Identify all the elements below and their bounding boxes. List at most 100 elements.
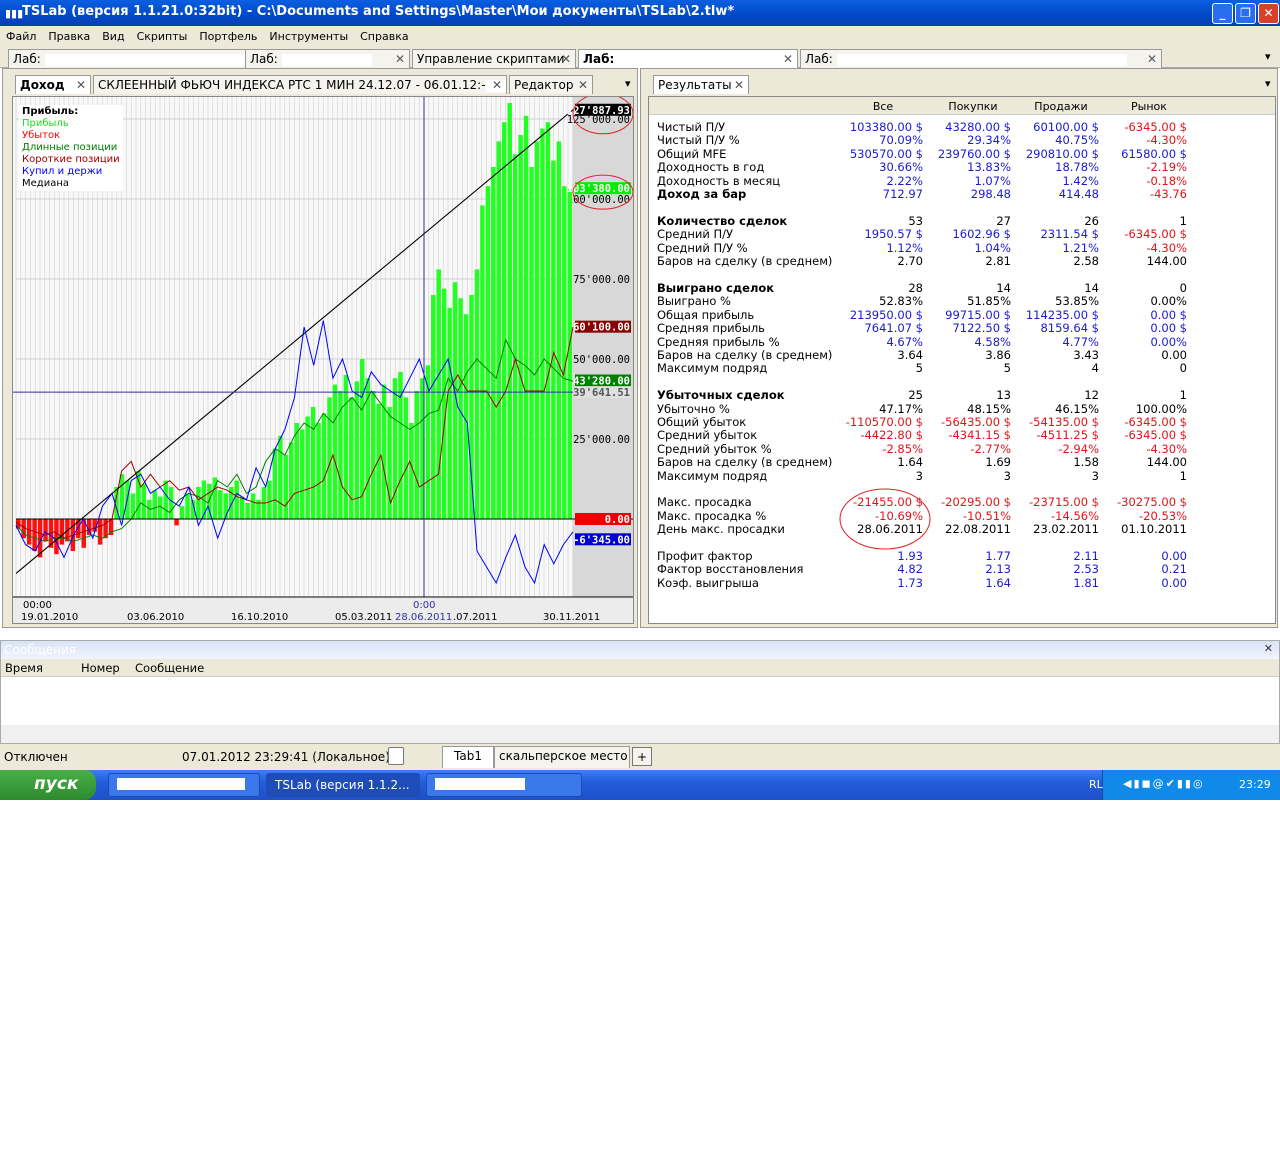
menu-file[interactable]: Файл [6,30,36,43]
status-datetime: 07.01.2012 23:29:41 (Локальное) [182,750,390,764]
close-icon[interactable]: ✕ [578,78,588,92]
equity-bar [207,483,212,519]
col-market[interactable]: Рынок [1105,100,1193,113]
equity-bar [278,435,283,519]
equity-bar [130,493,136,519]
taskbar-item-opera[interactable] [108,773,260,797]
row-value: 4.58% [974,334,1011,349]
taskbar-item-3[interactable] [426,773,582,797]
equity-bar [119,474,125,519]
tab-instrument[interactable]: СКЛЕЕННЫЙ ФЬЮЧ ИНДЕКСА РТС 1 МИН 24.12.0… [93,75,507,94]
menu-tools[interactable]: Инструменты [269,30,348,43]
row-value: 2.11 [1073,549,1099,563]
close-icon[interactable]: ✕ [395,52,405,66]
taskbar-item-tslab[interactable]: TSLab (версия 1.1.2... [266,773,420,797]
tab-label: Лаб: [250,52,278,66]
results-row: Доходность в год 30.66% 13.83% 18.78% -2.19% [657,160,1187,174]
tab-lab-4[interactable]: Лаб: ✕ [800,49,1162,68]
menu-view[interactable]: Вид [102,30,124,43]
row-value: 239760.00 $ [937,146,1011,161]
tab-income[interactable]: Доход ✕ [15,75,91,94]
tab-script-manager[interactable]: Управление скриптами ✕ [412,49,576,68]
col-number[interactable]: Номер [81,661,120,675]
equity-bar [556,141,562,519]
tab-lab-2[interactable]: Лаб: ✕ [245,49,410,68]
tab-list-icon[interactable]: ▾ [1265,77,1271,90]
tab-scalper[interactable]: скальперское место [494,746,630,768]
results-header: Все Покупки Продажи Рынок [649,97,1275,115]
tab-list-icon[interactable]: ▾ [1265,50,1271,63]
x-time-label: 00:00 [23,600,52,611]
equity-bar [403,397,409,519]
row-value: 47.17% [879,401,923,416]
equity-bar [163,480,168,519]
row-value: 22.08.2011 [945,522,1011,537]
close-icon[interactable]: ✕ [1264,642,1273,655]
col-sells[interactable]: Продажи [1017,100,1105,113]
results-row: Общий MFE 530570.00 $ 239760.00 $ 290810.00… [657,146,1187,161]
x-tick-label: 16.10.2010 [231,612,288,623]
x-tick-label: .07.2011 [453,612,498,623]
results-row: Доход за бар 712.97 298.48 414.48 -43.76 [657,187,1187,202]
col-message[interactable]: Сообщение [135,661,204,675]
row-value: -20295.00 $ [941,495,1011,510]
row-label: Доход за бар [657,187,747,202]
row-value: 1.73 [897,575,923,590]
tab-list-icon[interactable]: ▾ [625,77,631,90]
tab-tab1[interactable]: Tab1 [442,746,494,768]
row-value: -2.77% [970,441,1011,456]
col-time[interactable]: Время [5,661,43,675]
y-tick-label: 75'000.00 [573,274,630,286]
row-label: Макс. просадка % [657,508,767,523]
row-value: -30275.00 $ [1117,495,1187,510]
spacer [657,201,835,214]
tray-lang[interactable]: RL [1089,778,1103,791]
close-icon[interactable]: ✕ [561,52,571,66]
close-icon[interactable]: ✕ [734,78,744,92]
menu-portfolio[interactable]: Портфель [199,30,257,43]
row-label: Баров на сделку (в среднем) [657,347,833,362]
equity-chart[interactable]: 125'000.00 100'000.00 75'000.00 50'000.00 25… [12,96,634,624]
connection-status: Отключен [4,750,68,764]
equity-bar [529,167,534,519]
tray-icons[interactable]: ◀▮◼@✔▮▮◎ [1123,777,1205,790]
menu-edit[interactable]: Правка [48,30,90,43]
menu-scripts[interactable]: Скрипты [137,30,188,43]
row-value: 43280.00 $ [945,120,1011,134]
row-value: 2.81 [985,254,1011,269]
results-row: Количество сделок 53 27 26 1 [657,214,1187,228]
notepad-icon[interactable] [388,747,404,765]
start-label: пуск [34,774,79,794]
close-icon[interactable]: ✕ [783,52,793,66]
start-button[interactable]: пуск [0,770,96,800]
col-buys[interactable]: Покупки [929,100,1017,113]
close-icon[interactable]: ✕ [1147,52,1157,66]
menu-help[interactable]: Справка [360,30,408,43]
row-value: 52.83% [879,294,923,309]
results-row: Средняя прибыль 7641.07 $ 7122.50 $ 8159.64… [657,321,1187,335]
row-label: Баров на сделку (в среднем) [657,254,833,269]
value-badge-label: 43'280.00 [573,376,630,388]
row-value: 3.64 [897,347,923,362]
tab-editor[interactable]: Редактор ✕ [509,75,593,94]
equity-bar [272,448,278,519]
equity-bar [562,186,567,519]
minimize-button[interactable]: _ [1212,3,1233,24]
equity-bar [512,154,518,519]
results-row: Чистый П/У 103380.00 $ 43280.00 $ 60100.00 … [657,120,1187,134]
close-icon[interactable]: ✕ [76,78,86,92]
tab-lab-active[interactable]: Лаб: ✕ [578,49,798,68]
add-tab-button[interactable]: + [632,747,652,766]
close-button[interactable]: ✕ [1258,3,1279,24]
row-value: 0.00% [1150,294,1187,309]
maximize-button[interactable]: ❐ [1235,3,1256,24]
results-row: Убыточных сделок 25 13 12 1 [657,388,1187,402]
close-icon[interactable]: ✕ [492,78,502,92]
row-value: 4 [1091,361,1099,376]
equity-bar [305,416,310,519]
row-label: Макс. просадка [657,495,752,510]
horizontal-scrollbar[interactable] [1,725,1279,743]
col-all[interactable]: Все [839,100,927,113]
tab-results[interactable]: Результаты ✕ [653,75,749,94]
taskbar: пуск TSLab (версия 1.1.2... RL ◀▮◼@✔▮▮◎ … [0,770,1280,800]
